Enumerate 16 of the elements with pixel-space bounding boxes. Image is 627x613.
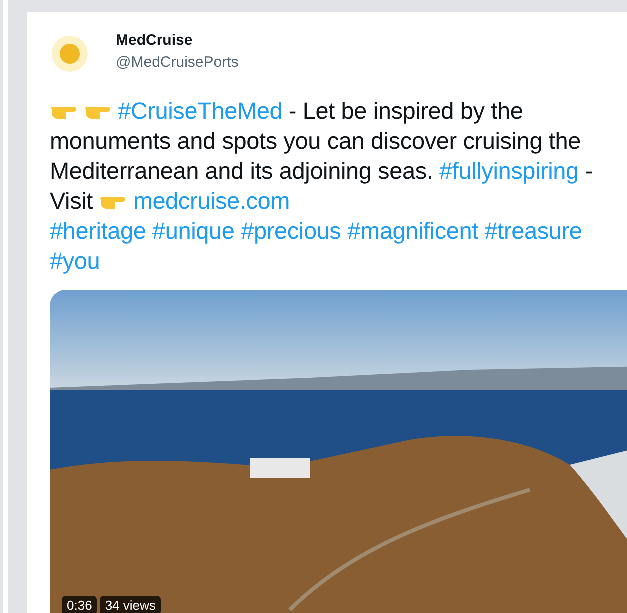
hashtag-link[interactable]: #magnificent <box>348 218 478 244</box>
hashtag-link[interactable]: #you <box>50 248 100 274</box>
hashtag-link[interactable]: #heritage <box>50 218 146 244</box>
hashtag-link[interactable]: #CruiseTheMed <box>118 98 283 124</box>
hashtag-link[interactable]: #unique <box>152 218 235 244</box>
hashtag-link[interactable]: #fullyinspiring <box>440 158 579 184</box>
avatar-icon <box>50 34 90 74</box>
video-duration: 0:36 <box>62 596 98 613</box>
video-player[interactable]: 0:36 34 views <box>50 290 627 613</box>
author-handle[interactable]: @MedCruisePorts <box>116 54 239 71</box>
author-name[interactable]: MedCruise <box>116 32 239 49</box>
website-link[interactable]: medcruise.com <box>133 188 290 214</box>
tweet-text: #CruiseTheMed - Let be inspired by the monuments and spots you can discover cruising the Mediterranean and its adjoining seas. #fullyinspiring - Visit medcruise.com #heritage #unique #precious #magnificent #treasure #you <box>50 97 594 276</box>
hashtag-link[interactable]: #treasure <box>484 218 582 244</box>
hashtag-link[interactable]: #precious <box>241 218 342 244</box>
view-count: 34 views <box>100 596 161 613</box>
